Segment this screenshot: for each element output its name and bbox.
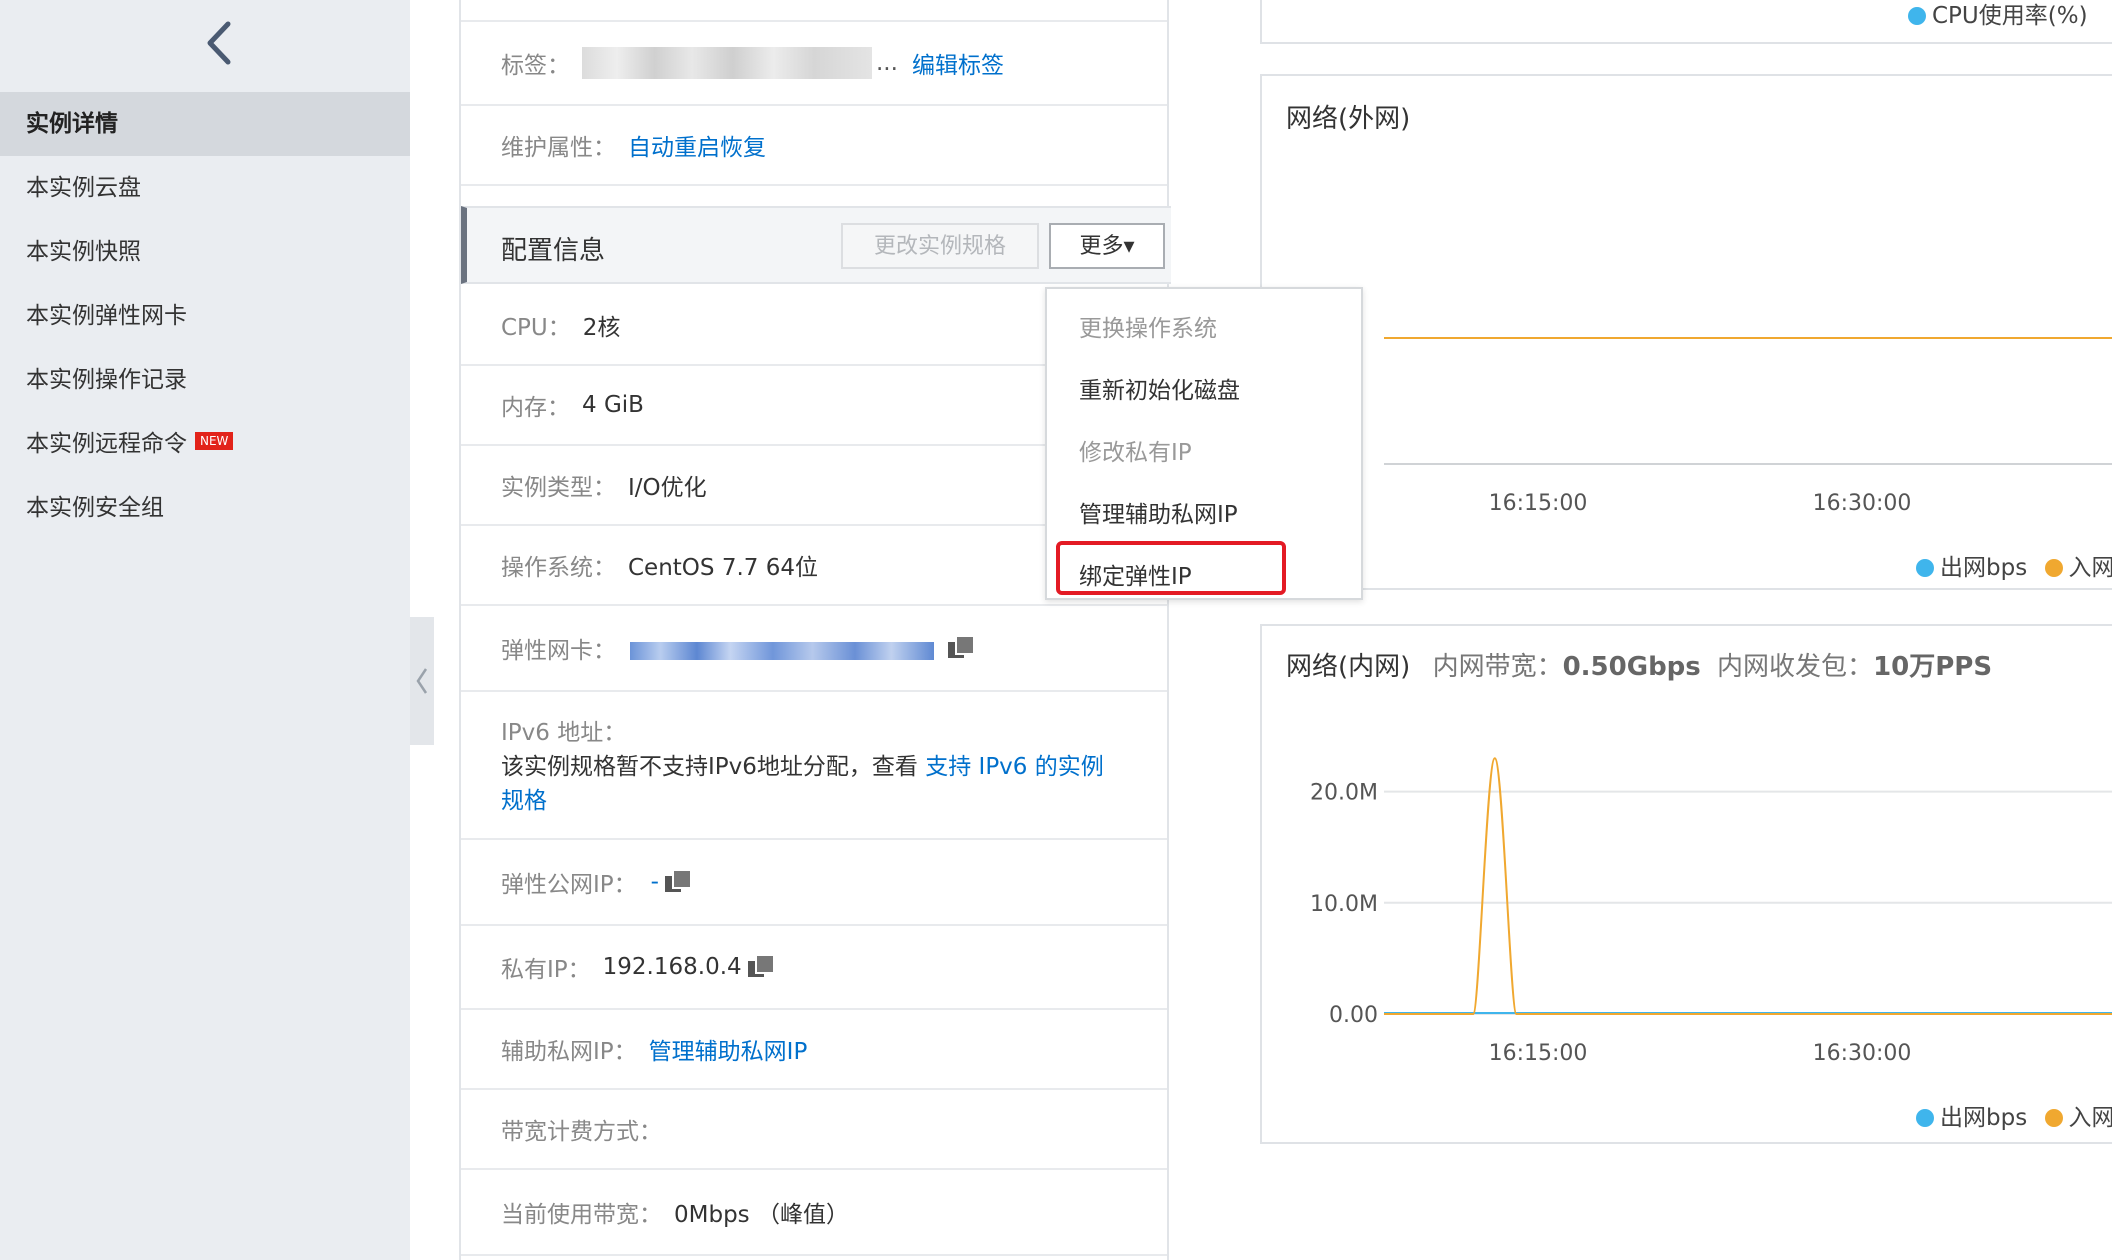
- sidebar-collapse-handle[interactable]: [410, 617, 434, 745]
- eni-id-blurred-link[interactable]: [630, 642, 934, 660]
- y-tick-label: 20.0M: [1310, 781, 1378, 806]
- sidebar-item-label: 本实例安全组: [26, 495, 164, 521]
- legend-out-label: 出网bps: [1940, 1105, 2028, 1131]
- series-in-line: [1384, 757, 2112, 1015]
- ipv6-note-text: 该实例规格暂不支持IPv6地址分配，查看: [501, 754, 918, 780]
- x-tick-label: 16:15:00: [1489, 491, 1588, 516]
- menu-item-manage-secondary-ip[interactable]: 管理辅助私网IP: [1079, 495, 1238, 529]
- external-chart-plot: 0 16:15:00 16:30:00: [1350, 327, 2112, 516]
- bandwidth-label: 当前使用带宽：: [501, 1202, 662, 1228]
- sidebar-item-label: 本实例弹性网卡: [26, 303, 187, 329]
- config-section-title: 配置信息: [501, 236, 606, 266]
- legend-dot-icon: [1908, 7, 1926, 25]
- tag-values-blurred: [582, 47, 872, 79]
- maintenance-row: 维护属性： 自动重启恢复: [461, 106, 1167, 186]
- cpu-legend-label: CPU使用率(%): [1932, 3, 2088, 29]
- sidebar-item-remote-commands[interactable]: 本实例远程命令 NEW: [0, 412, 410, 476]
- private-ip-row: 私有IP： 192.168.0.4: [461, 926, 1167, 1010]
- sidebar-item-operation-log[interactable]: 本实例操作记录: [0, 348, 410, 412]
- chevron-left-icon: [416, 668, 428, 694]
- x-tick-label: 16:30:00: [1813, 1041, 1912, 1066]
- external-chart-legend: 出网bps 入网: [1916, 548, 2112, 582]
- ipv6-supported-specs-link[interactable]: 支持 IPv6 的实例: [925, 754, 1104, 780]
- secondary-ip-label: 辅助私网IP：: [501, 1039, 637, 1065]
- x-tick-label: 16:15:00: [1489, 1041, 1588, 1066]
- tag-label: 标签：: [501, 53, 570, 79]
- sidebar-item-security-groups[interactable]: 本实例安全组: [0, 476, 410, 540]
- internal-network-chart: 网络(内网) 内网带宽：0.50Gbps 内网收发包：10万PPS 0.00 10…: [1260, 624, 2112, 1144]
- x-tick-label: 16:30:00: [1813, 491, 1912, 516]
- sidebar-item-label: 本实例快照: [26, 239, 141, 265]
- legend-out-label: 出网bps: [1940, 555, 2028, 581]
- os-value: CentOS 7.7 64位: [628, 555, 818, 581]
- os-label: 操作系统：: [501, 555, 616, 581]
- cpu-chart-card: CPU使用率(%): [1260, 0, 2112, 44]
- sidebar-item-disks[interactable]: 本实例云盘: [0, 156, 410, 220]
- billing-label: 带宽计费方式：: [501, 1119, 662, 1145]
- ipv6-supported-specs-link-cont[interactable]: 规格: [501, 788, 547, 814]
- legend-dot-icon: [1916, 559, 1934, 577]
- internal-chart-legend: 出网bps 入网: [1916, 1098, 2112, 1132]
- cpu-legend: CPU使用率(%): [1908, 0, 2088, 30]
- more-button[interactable]: 更多▾: [1049, 223, 1165, 269]
- back-arrow-icon[interactable]: [198, 18, 240, 68]
- copy-icon[interactable]: [948, 635, 975, 661]
- internal-chart-plot: 0.00 10.0M 20.0M 16:15:00 16:30:00: [1310, 757, 2112, 1066]
- sidebar-item-label: 本实例远程命令: [26, 431, 187, 457]
- instance-info-panel: 标签： ... 编辑标签 维护属性： 自动重启恢复 配置信息 更改实例规格 更多…: [459, 0, 1171, 1260]
- instance-type-label: 实例类型：: [501, 475, 616, 501]
- private-ip-label: 私有IP：: [501, 957, 591, 983]
- sidebar-item-label: 本实例操作记录: [26, 367, 187, 393]
- sidebar: 实例详情 本实例云盘 本实例快照 本实例弹性网卡 本实例操作记录 本实例远程命令…: [0, 0, 410, 1260]
- private-ip-value: 192.168.0.4: [602, 954, 742, 980]
- ipv6-label: IPv6 地址：: [501, 720, 627, 746]
- sidebar-item-label: 实例详情: [26, 111, 118, 137]
- cpu-value: 2核: [582, 315, 621, 341]
- new-badge: NEW: [195, 432, 234, 450]
- maintenance-value-link[interactable]: 自动重启恢复: [628, 128, 766, 162]
- change-spec-button[interactable]: 更改实例规格: [841, 223, 1039, 269]
- memory-label: 内存：: [501, 395, 570, 421]
- eip-value[interactable]: -: [651, 869, 659, 895]
- bandwidth-row: 当前使用带宽： 0Mbps （峰值）: [461, 1170, 1167, 1256]
- tag-ellipsis: ...: [876, 50, 898, 76]
- y-tick-label: 10.0M: [1310, 892, 1378, 917]
- legend-dot-icon: [1916, 1109, 1934, 1127]
- sidebar-item-snapshots[interactable]: 本实例快照: [0, 220, 410, 284]
- edit-tags-link[interactable]: 编辑标签: [912, 46, 1004, 80]
- menu-item-change-os[interactable]: 更换操作系统: [1079, 309, 1217, 343]
- eip-row: 弹性公网IP： -: [461, 840, 1167, 926]
- instance-type-value: I/O优化: [628, 475, 707, 501]
- config-section-header: 配置信息 更改实例规格 更多▾: [461, 206, 1171, 284]
- menu-item-reinit-disk[interactable]: 重新初始化磁盘: [1079, 371, 1240, 405]
- menu-item-modify-private-ip[interactable]: 修改私有IP: [1079, 433, 1192, 467]
- copy-icon[interactable]: [747, 954, 775, 980]
- legend-dot-icon: [2044, 559, 2063, 577]
- top-divider-row: [461, 0, 1167, 22]
- eip-label: 弹性公网IP：: [501, 872, 637, 898]
- memory-value: 4 GiB: [582, 392, 644, 418]
- sidebar-item-label: 本实例云盘: [26, 175, 141, 201]
- ipv6-row: IPv6 地址： 该实例规格暂不支持IPv6地址分配，查看 支持 IPv6 的实…: [461, 692, 1167, 840]
- more-actions-dropdown: 更换操作系统 重新初始化磁盘 修改私有IP 管理辅助私网IP 绑定弹性IP: [1045, 287, 1363, 600]
- legend-in-label: 入网: [2068, 555, 2112, 581]
- eni-label: 弹性网卡：: [501, 638, 616, 664]
- ipv6-note: 该实例规格暂不支持IPv6地址分配，查看 支持 IPv6 的实例 规格: [501, 750, 1167, 818]
- manage-secondary-ip-link[interactable]: 管理辅助私网IP: [649, 1032, 808, 1066]
- tag-row: 标签： ... 编辑标签: [461, 22, 1167, 106]
- eni-row: 弹性网卡：: [461, 606, 1167, 692]
- copy-icon[interactable]: [664, 869, 692, 895]
- external-network-chart: 网络(外网) 0 16:15:00 16:30:00 出网bps 入网: [1260, 74, 2112, 590]
- billing-row: 带宽计费方式：: [461, 1090, 1167, 1170]
- bandwidth-value: 0Mbps （峰值）: [674, 1202, 849, 1228]
- maintenance-label: 维护属性：: [501, 135, 616, 161]
- highlight-annotation: [1056, 541, 1286, 595]
- legend-dot-icon: [2044, 1109, 2063, 1127]
- sidebar-item-instance-details[interactable]: 实例详情: [0, 92, 410, 156]
- legend-in-label: 入网: [2068, 1105, 2112, 1131]
- cpu-label: CPU：: [501, 315, 571, 341]
- y-tick-label: 0.00: [1329, 1003, 1378, 1028]
- secondary-ip-row: 辅助私网IP： 管理辅助私网IP: [461, 1010, 1167, 1090]
- sidebar-item-eni[interactable]: 本实例弹性网卡: [0, 284, 410, 348]
